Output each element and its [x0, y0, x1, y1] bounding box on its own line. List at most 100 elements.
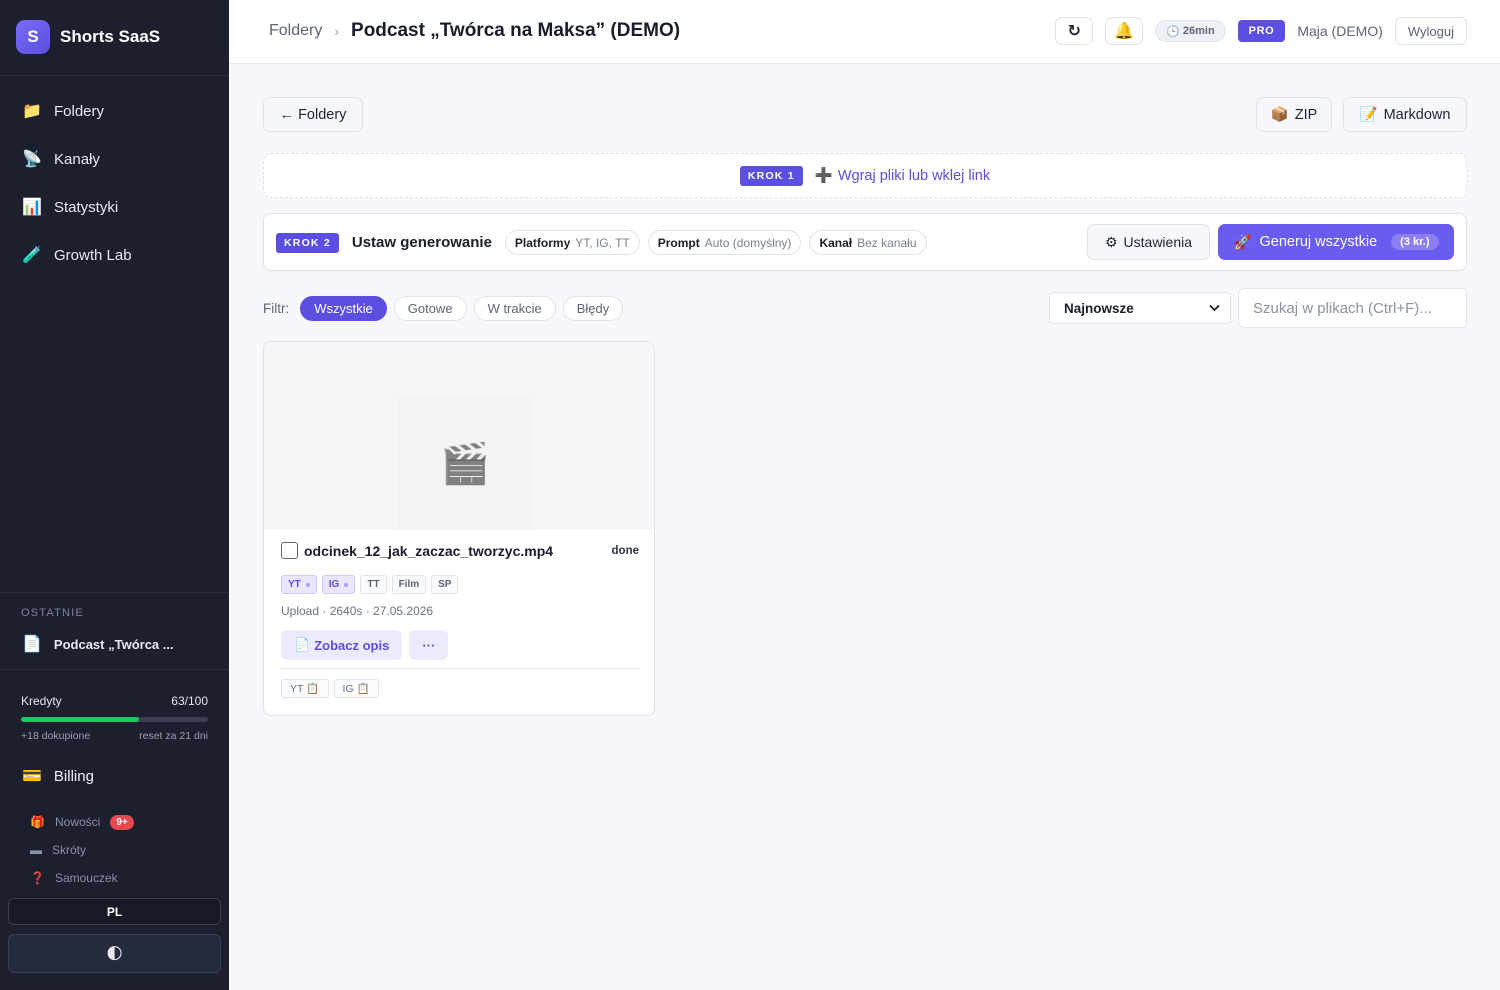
news-link[interactable]: 🎁 Nowości 9+	[30, 808, 220, 836]
markdown-export-button[interactable]: 📝 Markdown	[1343, 97, 1467, 132]
language-button[interactable]: PL	[8, 898, 221, 925]
tag-tt[interactable]: TT	[360, 575, 387, 594]
rocket-icon: 🚀	[1233, 234, 1252, 251]
filter-bar: Filtr: Wszystkie Gotowe W trakcie Błędy	[263, 296, 624, 321]
chip-value: Bez kanału	[857, 235, 917, 250]
shortcuts-label: Skróty	[52, 843, 87, 857]
refresh-button[interactable]: ↻	[1055, 17, 1094, 45]
credit-card-icon: 💳	[22, 768, 42, 785]
zip-export-button[interactable]: 📦 ZIP	[1256, 97, 1332, 132]
tutorial-label: Samouczek	[54, 871, 118, 885]
sidebar-divider	[0, 75, 229, 76]
tag-sp[interactable]: SP	[431, 575, 459, 594]
back-to-folders-button[interactable]: ← Foldery	[263, 97, 363, 132]
user-name[interactable]: Maja (DEMO)	[1297, 23, 1383, 39]
sidebar-item-kanaly[interactable]: 📡 Kanały	[0, 135, 229, 183]
copy-buttons: YT 📋 IG 📋	[281, 679, 379, 698]
upload-dropzone[interactable]: KROK 1 ➕ Wgraj pliki lub wklej link	[263, 153, 1467, 198]
generate-all-button[interactable]: 🚀 Generuj wszystkie (3 kr.)	[1218, 224, 1454, 260]
sidebar-item-label: Kanały	[54, 150, 100, 168]
platform-tags: YT IG TT Film SP	[281, 575, 459, 594]
sidebar-item-billing[interactable]: 💳 Billing	[22, 766, 94, 786]
credits-reset: reset za 21 dni	[139, 730, 208, 742]
sidebar-item-label: Growth Lab	[54, 246, 132, 264]
channel-chip[interactable]: Kanał Bez kanału	[809, 230, 927, 255]
sidebar-item-growth-lab[interactable]: 🧪 Growth Lab	[0, 231, 229, 279]
theme-toggle-button[interactable]: 🌓	[8, 934, 221, 973]
sidebar-small-links: 🎁 Nowości 9+ ▬ Skróty ❓ Samouczek	[30, 808, 220, 892]
brand[interactable]: S Shorts SaaS	[16, 20, 160, 54]
tutorial-link[interactable]: ❓ Samouczek	[30, 864, 220, 892]
billing-label: Billing	[53, 767, 94, 785]
settings-label: Ustawienia	[1123, 234, 1193, 250]
clapperboard-icon: 🎬	[440, 442, 490, 486]
copy-yt-button[interactable]: YT 📋	[281, 679, 329, 698]
chip-key: Kanał	[819, 235, 853, 250]
header-actions: ↻ 🔔 🕒 26min PRO Maja (DEMO) Wyloguj	[1055, 17, 1467, 45]
chip-value: YT, IG, TT	[575, 235, 630, 250]
filter-errors[interactable]: Błędy	[562, 296, 624, 321]
plus-icon: ➕	[814, 168, 833, 184]
status-dot-icon	[305, 582, 310, 587]
tag-ig[interactable]: IG	[321, 575, 356, 594]
clock-icon: 🕒	[1166, 25, 1180, 38]
zip-label: ZIP	[1294, 106, 1318, 123]
search-input[interactable]	[1238, 288, 1467, 328]
chevron-right-icon: ›	[334, 23, 340, 39]
folder-icon: 📁	[22, 103, 42, 120]
sidebar-divider	[0, 669, 229, 670]
card-divider	[281, 668, 639, 669]
breadcrumb-foldery[interactable]: Foldery	[269, 22, 322, 40]
chip-key: Platformy	[514, 235, 571, 250]
generate-cost-badge: (3 kr.)	[1391, 234, 1439, 250]
news-count-badge: 9+	[110, 814, 134, 830]
credits-widget: Kredyty 63/100 +18 dokupione reset za 21…	[21, 694, 208, 742]
settings-button[interactable]: ⚙ Ustawienia	[1087, 224, 1210, 260]
step-2-badge: KROK 2	[276, 232, 339, 253]
thumbnail-placeholder: 🎬	[398, 397, 532, 530]
generation-settings-panel: KROK 2 Ustaw generowanie Platformy YT, I…	[263, 213, 1467, 271]
copy-ig-button[interactable]: IG 📋	[333, 679, 379, 698]
breadcrumb: Foldery › Podcast „Twórca na Maksa” (DEM…	[269, 20, 680, 42]
recent-item[interactable]: 📄 Podcast „Twórca ...	[22, 634, 174, 654]
filter-in-progress[interactable]: W trakcie	[473, 296, 556, 321]
notifications-button[interactable]: 🔔	[1105, 17, 1144, 45]
sort-select[interactable]: Najnowsze	[1049, 292, 1231, 324]
view-description-button[interactable]: 📄 Zobacz opis	[281, 630, 403, 660]
test-tube-icon: 🧪	[22, 247, 42, 264]
file-meta: Upload · 2640s · 27.05.2026	[281, 604, 434, 618]
credits-progress-bar	[21, 717, 208, 722]
shortcuts-link[interactable]: ▬ Skróty	[30, 836, 220, 864]
upload-link[interactable]: ➕ Wgraj pliki lub wklej link	[814, 167, 990, 185]
filter-ready[interactable]: Gotowe	[393, 296, 467, 321]
brand-name: Shorts SaaS	[60, 27, 161, 46]
platforms-chip[interactable]: Platformy YT, IG, TT	[504, 230, 640, 255]
tag-film[interactable]: Film	[391, 575, 427, 594]
plan-badge: PRO	[1237, 20, 1286, 42]
satellite-icon: 📡	[22, 151, 42, 168]
filter-label: Filtr:	[263, 301, 290, 316]
brand-logo: S	[16, 20, 50, 54]
credits-value: 63/100	[171, 694, 208, 708]
file-card[interactable]: 🎬 odcinek_12_jak_zaczac_tworzyc.mp4 done…	[263, 341, 655, 716]
status-dot-icon	[344, 582, 349, 587]
more-options-button[interactable]: ···	[409, 630, 449, 660]
filter-all[interactable]: Wszystkie	[300, 296, 387, 321]
tag-label: IG	[328, 579, 340, 590]
copy-label: IG	[342, 682, 354, 695]
chip-value: Auto (domyślny)	[704, 235, 792, 250]
time-value: 26min	[1182, 25, 1215, 37]
recent-label: OSTATNIE	[21, 607, 84, 619]
sidebar-item-foldery[interactable]: 📁 Foldery	[0, 87, 229, 135]
step-2-title: Ustaw generowanie	[351, 234, 492, 251]
top-header: Foldery › Podcast „Twórca na Maksa” (DEM…	[229, 0, 1500, 64]
chip-key: Prompt	[657, 235, 700, 250]
document-icon: 📄	[22, 636, 42, 653]
tag-yt[interactable]: YT	[281, 575, 317, 594]
prompt-chip[interactable]: Prompt Auto (domyślny)	[647, 230, 802, 255]
news-label: Nowości	[54, 815, 101, 829]
logout-button[interactable]: Wyloguj	[1394, 17, 1467, 45]
video-thumbnail[interactable]: 🎬	[264, 342, 654, 530]
select-checkbox[interactable]	[281, 542, 298, 559]
sidebar-item-statystyki[interactable]: 📊 Statystyki	[0, 183, 229, 231]
